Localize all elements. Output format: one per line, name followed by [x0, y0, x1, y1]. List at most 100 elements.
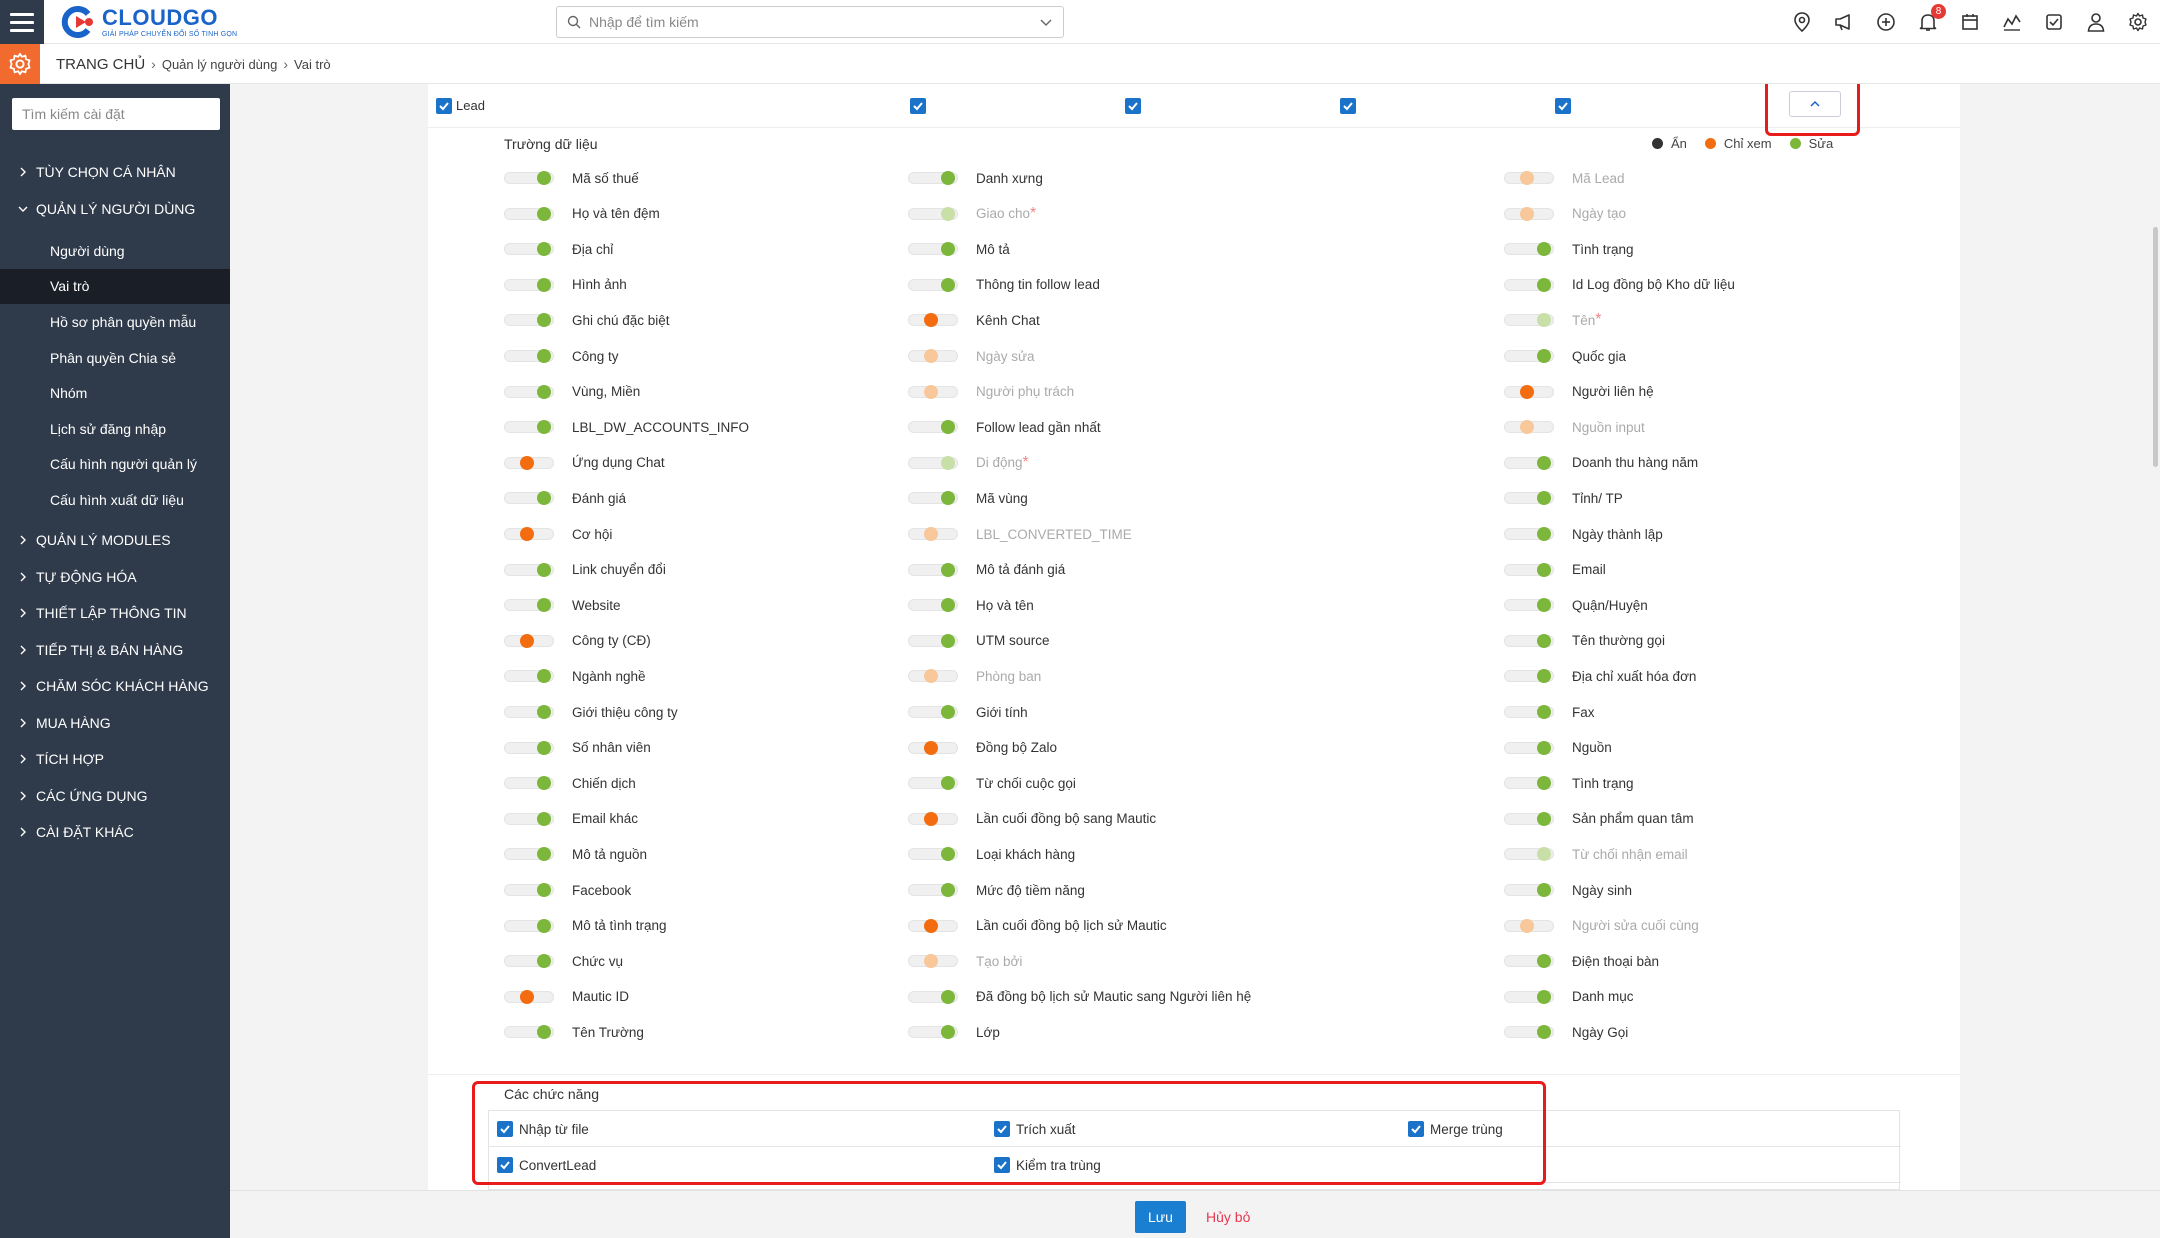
permission-toggle[interactable]: [504, 277, 554, 292]
permission-toggle[interactable]: [908, 598, 958, 613]
toggle-knob[interactable]: [537, 918, 551, 933]
sidebar-group-user-management[interactable]: QUẢN LÝ NGƯỜI DÙNG: [0, 191, 230, 228]
toggle-knob[interactable]: [941, 598, 955, 613]
toggle-knob[interactable]: [537, 206, 551, 221]
toggle-knob[interactable]: [537, 954, 551, 969]
vertical-scrollbar[interactable]: [2150, 84, 2160, 1190]
cancel-button[interactable]: Hủy bỏ: [1200, 1201, 1256, 1233]
toggle-knob[interactable]: [941, 1025, 955, 1040]
toggle-knob[interactable]: [537, 740, 551, 755]
permission-toggle[interactable]: [504, 491, 554, 506]
toggle-knob[interactable]: [941, 562, 955, 577]
sidebar-item-users[interactable]: Người dùng: [0, 233, 230, 269]
scrollbar-thumb[interactable]: [2153, 227, 2158, 467]
save-button[interactable]: Lưu: [1135, 1201, 1186, 1233]
permission-toggle[interactable]: [908, 883, 958, 897]
permission-toggle[interactable]: [504, 455, 554, 470]
toggle-knob[interactable]: [1537, 811, 1551, 826]
toggle-knob[interactable]: [1537, 349, 1551, 363]
permission-toggle[interactable]: [908, 989, 958, 1004]
toggle-knob[interactable]: [537, 313, 551, 328]
toggle-knob[interactable]: [1537, 954, 1551, 969]
permission-toggle[interactable]: [504, 527, 554, 541]
toggle-knob[interactable]: [537, 420, 551, 435]
menu-toggle-icon[interactable]: [0, 0, 44, 44]
permission-toggle[interactable]: [908, 420, 958, 435]
permission-toggle[interactable]: [1504, 1025, 1554, 1040]
toggle-knob[interactable]: [941, 242, 955, 257]
toggle-knob[interactable]: [924, 313, 938, 328]
permission-toggle[interactable]: [1504, 954, 1554, 969]
toggle-knob[interactable]: [1537, 527, 1551, 541]
permission-toggle[interactable]: [504, 669, 554, 684]
toggle-knob[interactable]: [924, 740, 938, 755]
sidebar-group-customer-care[interactable]: CHĂM SÓC KHÁCH HÀNG: [0, 668, 230, 705]
settings-icon[interactable]: [2126, 10, 2150, 34]
chart-icon[interactable]: [2000, 10, 2024, 34]
toggle-knob[interactable]: [941, 277, 955, 292]
permission-toggle[interactable]: [1504, 776, 1554, 791]
toggle-knob[interactable]: [520, 633, 534, 648]
toggle-knob[interactable]: [1537, 883, 1551, 897]
permission-toggle[interactable]: [504, 242, 554, 257]
toggle-knob[interactable]: [537, 776, 551, 791]
toggle-knob[interactable]: [1537, 740, 1551, 755]
permission-toggle[interactable]: [908, 633, 958, 648]
breadcrumb-level1[interactable]: Quản lý người dùng: [162, 57, 278, 72]
permission-toggle[interactable]: [504, 313, 554, 328]
permission-toggle[interactable]: [504, 740, 554, 755]
toggle-knob[interactable]: [924, 918, 938, 933]
sidebar-item-profile-templates[interactable]: Hồ sơ phân quyền mẫu: [0, 304, 230, 340]
settings-gear-icon[interactable]: [0, 44, 40, 84]
permission-toggle[interactable]: [504, 954, 554, 969]
permission-toggle[interactable]: [504, 811, 554, 826]
toggle-knob[interactable]: [537, 562, 551, 577]
sidebar-group-other-settings[interactable]: CÀI ĐẶT KHÁC: [0, 814, 230, 851]
permission-toggle[interactable]: [908, 847, 958, 862]
toggle-knob[interactable]: [1537, 598, 1551, 613]
toggle-knob[interactable]: [537, 277, 551, 292]
permission-toggle[interactable]: [1504, 740, 1554, 755]
toggle-knob[interactable]: [537, 349, 551, 363]
permission-toggle[interactable]: [1504, 242, 1554, 257]
permission-toggle[interactable]: [1504, 562, 1554, 577]
toggle-knob[interactable]: [941, 989, 955, 1004]
permission-toggle[interactable]: [1504, 811, 1554, 826]
toggle-knob[interactable]: [924, 811, 938, 826]
permission-toggle[interactable]: [504, 989, 554, 1004]
toggle-knob[interactable]: [941, 705, 955, 719]
location-icon[interactable]: [1790, 10, 1814, 34]
permission-toggle[interactable]: [504, 420, 554, 435]
settings-search-input[interactable]: [12, 98, 220, 130]
toggle-knob[interactable]: [537, 171, 551, 185]
toggle-knob[interactable]: [1537, 776, 1551, 791]
permission-toggle[interactable]: [1504, 705, 1554, 719]
toggle-knob[interactable]: [1537, 562, 1551, 577]
toggle-knob[interactable]: [941, 776, 955, 791]
permission-toggle[interactable]: [1504, 883, 1554, 897]
permission-toggle[interactable]: [1504, 633, 1554, 648]
permission-toggle[interactable]: [1504, 277, 1554, 292]
sidebar-group-automation[interactable]: TỰ ĐỘNG HÓA: [0, 558, 230, 595]
toggle-knob[interactable]: [537, 242, 551, 257]
sidebar-item-sharing-rules[interactable]: Phân quyền Chia sẻ: [0, 340, 230, 376]
toggle-knob[interactable]: [1537, 277, 1551, 292]
toggle-knob[interactable]: [520, 527, 534, 541]
sidebar-group-modules[interactable]: QUẢN LÝ MODULES: [0, 522, 230, 559]
sidebar-group-marketing-sales[interactable]: TIẾP THỊ & BÁN HÀNG: [0, 631, 230, 668]
toggle-knob[interactable]: [941, 883, 955, 897]
toggle-knob[interactable]: [1537, 633, 1551, 648]
sidebar-group-info-setup[interactable]: THIẾT LẬP THÔNG TIN: [0, 595, 230, 632]
permission-toggle[interactable]: [908, 171, 958, 185]
lead-view-checkbox[interactable]: [910, 98, 926, 114]
toggle-knob[interactable]: [520, 455, 534, 470]
toggle-knob[interactable]: [537, 598, 551, 613]
toggle-knob[interactable]: [537, 1025, 551, 1040]
breadcrumb-home[interactable]: TRANG CHỦ: [56, 56, 145, 73]
permission-toggle[interactable]: [504, 171, 554, 185]
bell-icon[interactable]: 8: [1916, 4, 1946, 34]
sidebar-group-purchasing[interactable]: MUA HÀNG: [0, 704, 230, 741]
lead-create-checkbox[interactable]: [1125, 98, 1141, 114]
global-search-input[interactable]: [589, 14, 1039, 30]
permission-toggle[interactable]: [1504, 384, 1554, 399]
